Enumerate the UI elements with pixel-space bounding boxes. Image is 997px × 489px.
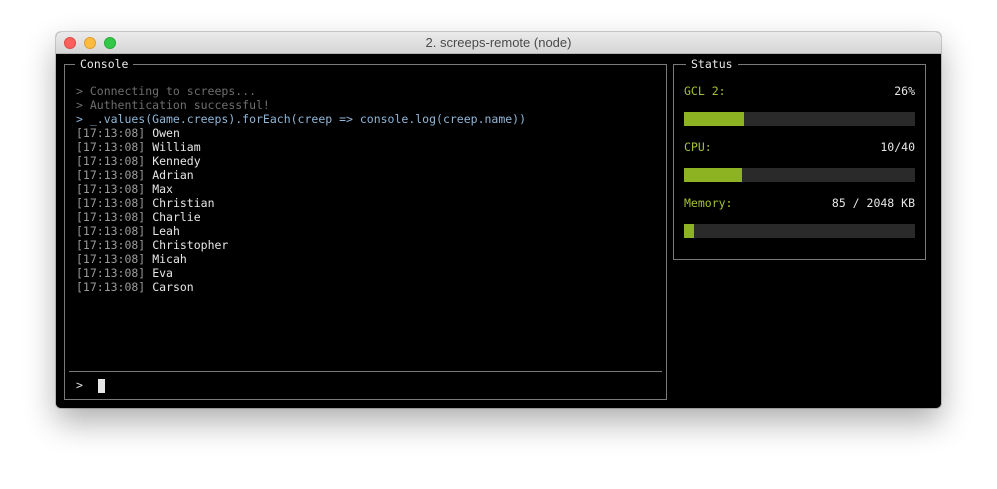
- console-log-line: [17:13:08] Micah: [76, 252, 658, 266]
- gcl-progress-bar: [684, 112, 915, 126]
- gcl-label: GCL 2:: [684, 84, 726, 98]
- gcl-progress-fill: [684, 112, 745, 126]
- status-panel-label: Status: [686, 57, 738, 71]
- log-timestamp: [17:13:08]: [76, 140, 146, 154]
- title-bar[interactable]: 2. screeps-remote (node): [56, 32, 941, 54]
- console-system-line: > Connecting to screeps...: [76, 84, 257, 98]
- log-timestamp: [17:13:08]: [76, 252, 146, 266]
- log-timestamp: [17:13:08]: [76, 238, 146, 252]
- log-creep-name: Micah: [152, 252, 187, 266]
- memory-progress-bar: [684, 224, 915, 238]
- memory-value: 85 / 2048 KB: [831, 196, 915, 210]
- console-log-line: [17:13:08] Charlie: [76, 210, 658, 224]
- memory-progress-fill: [684, 224, 694, 238]
- log-creep-name: Christopher: [152, 238, 229, 252]
- log-creep-name: Adrian: [152, 168, 194, 182]
- console-log-line: [17:13:08] Eva: [76, 266, 658, 280]
- log-timestamp: [17:13:08]: [76, 126, 146, 140]
- log-creep-name: Christian: [152, 196, 215, 210]
- cpu-stat-row: CPU: 10/40: [684, 140, 915, 154]
- console-log-line: [17:13:08] Adrian: [76, 168, 658, 182]
- console-command-line: > _.values(Game.creeps).forEach(creep =>…: [76, 112, 527, 126]
- console-log-line: [17:13:08] Christopher: [76, 238, 658, 252]
- console-panel-label: Console: [75, 57, 134, 71]
- log-timestamp: [17:13:08]: [76, 210, 146, 224]
- gcl-stat-row: GCL 2: 26%: [684, 84, 915, 98]
- log-timestamp: [17:13:08]: [76, 266, 146, 280]
- console-log-line: [17:13:08] Owen: [76, 126, 658, 140]
- console-log-line: [17:13:08] Christian: [76, 196, 658, 210]
- cpu-value: 10/40: [880, 140, 915, 154]
- console-log-line: [17:13:08] Max: [76, 182, 658, 196]
- log-timestamp: [17:13:08]: [76, 168, 146, 182]
- console-panel: Console > Connecting to screeps... > Aut…: [64, 57, 667, 400]
- window-title: 2. screeps-remote (node): [425, 35, 572, 50]
- gcl-value: 26%: [894, 84, 915, 98]
- console-log-line: [17:13:08] Carson: [76, 280, 658, 294]
- log-timestamp: [17:13:08]: [76, 196, 146, 210]
- cpu-progress-bar: [684, 168, 915, 182]
- status-panel: Status GCL 2: 26% CPU: 10/40 Memory: 85 …: [673, 57, 926, 260]
- cpu-label: CPU:: [684, 140, 712, 154]
- terminal-window: 2. screeps-remote (node) Console > Conne…: [56, 32, 941, 408]
- console-log-line: [17:13:08] Leah: [76, 224, 658, 238]
- log-creep-name: Max: [152, 182, 173, 196]
- memory-stat-row: Memory: 85 / 2048 KB: [684, 196, 915, 210]
- log-creep-name: Leah: [152, 224, 180, 238]
- cpu-progress-fill: [684, 168, 742, 182]
- log-creep-name: Eva: [152, 266, 173, 280]
- log-creep-name: Kennedy: [152, 154, 201, 168]
- console-log-line: [17:13:08] Kennedy: [76, 154, 658, 168]
- log-creep-name: Carson: [152, 280, 194, 294]
- console-system-line: > Authentication successful!: [76, 98, 270, 112]
- console-prompt: >: [76, 378, 83, 392]
- log-creep-name: William: [152, 140, 201, 154]
- log-timestamp: [17:13:08]: [76, 280, 146, 294]
- log-creep-name: Owen: [152, 126, 180, 140]
- terminal-area: Console > Connecting to screeps... > Aut…: [56, 54, 941, 408]
- log-creep-name: Charlie: [152, 210, 201, 224]
- memory-label: Memory:: [684, 196, 733, 210]
- log-timestamp: [17:13:08]: [76, 154, 146, 168]
- console-log-line: [17:13:08] William: [76, 140, 658, 154]
- log-timestamp: [17:13:08]: [76, 224, 146, 238]
- console-output: > Connecting to screeps... > Authenticat…: [76, 84, 658, 294]
- input-divider: [69, 371, 662, 372]
- console-input-cursor[interactable]: [98, 379, 105, 393]
- log-timestamp: [17:13:08]: [76, 182, 146, 196]
